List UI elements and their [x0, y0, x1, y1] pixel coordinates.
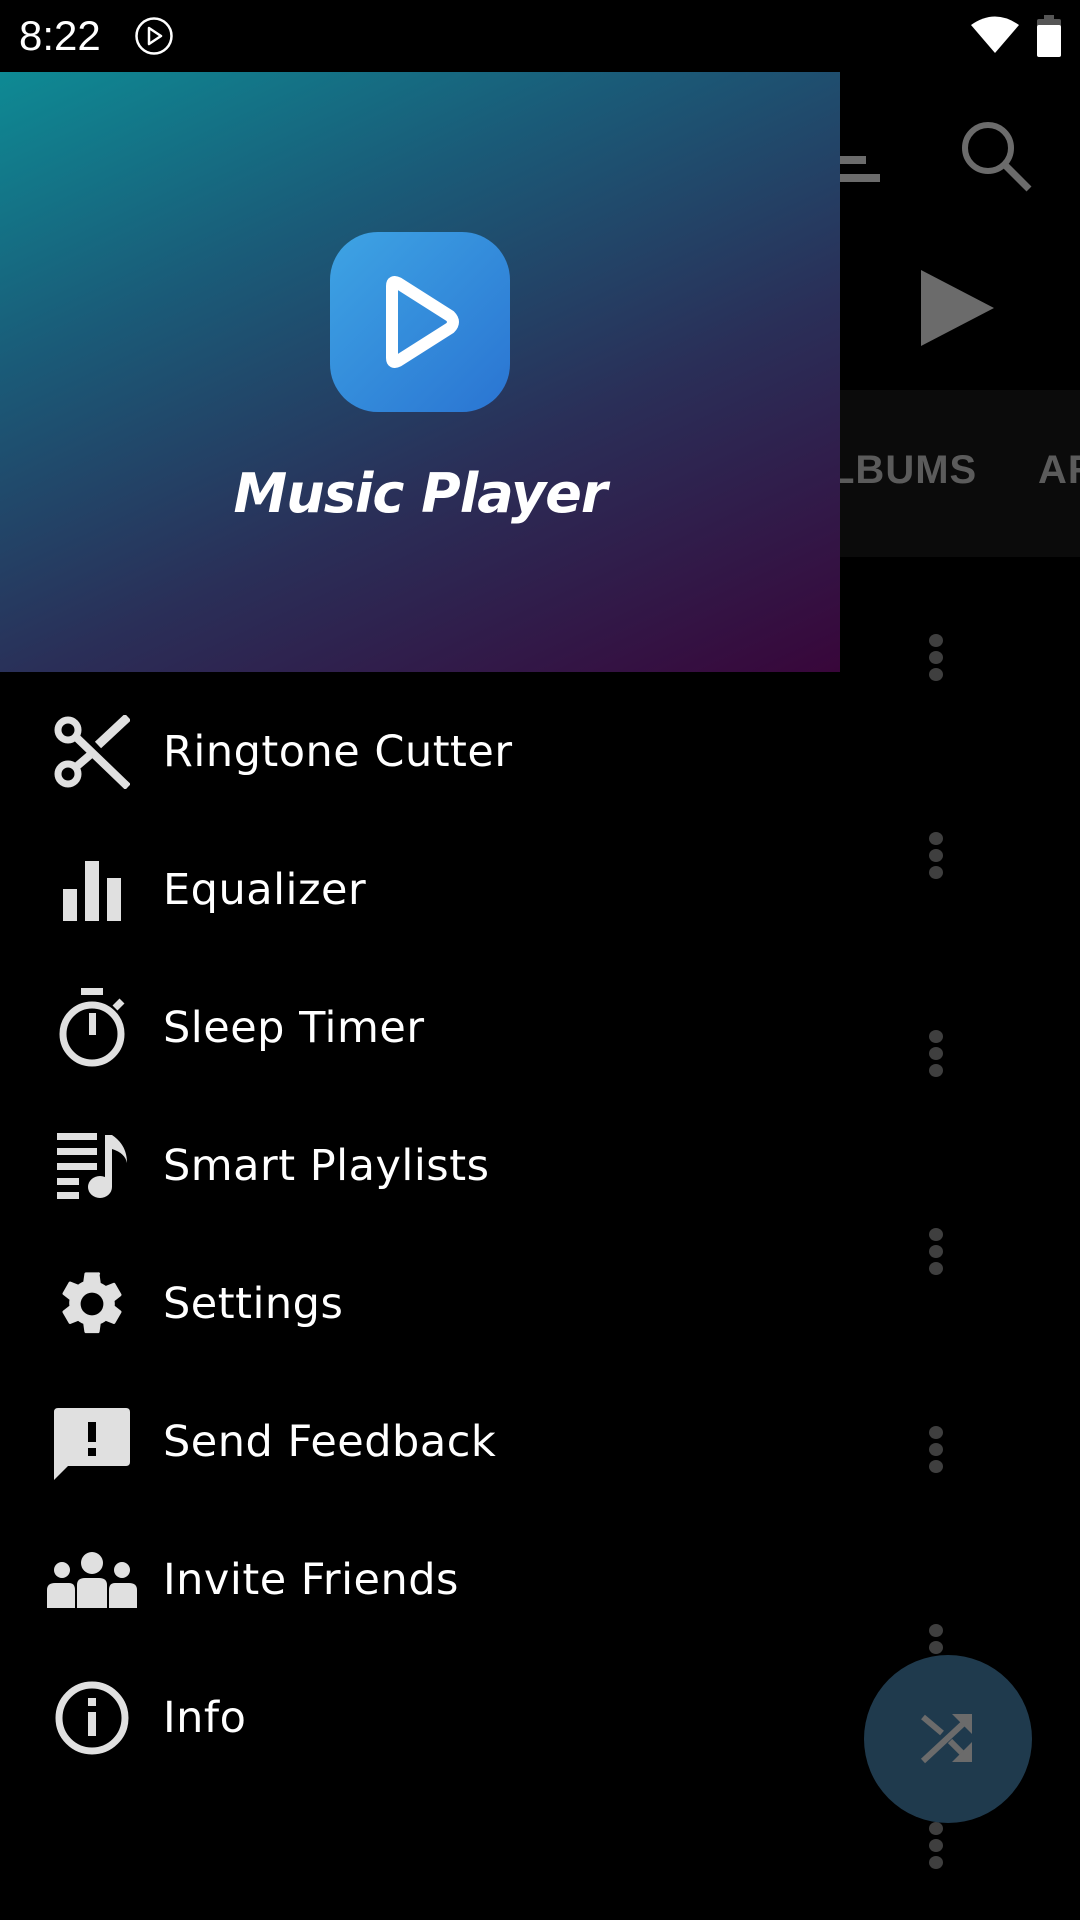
- tab-albums[interactable]: LBUMS: [830, 448, 977, 493]
- menu-label: Sleep Timer: [163, 1003, 425, 1053]
- menu-item-settings[interactable]: Settings: [0, 1235, 840, 1373]
- drawer-header: Music Player: [0, 72, 840, 672]
- media-play-icon: [135, 17, 173, 55]
- play-icon[interactable]: [918, 270, 998, 346]
- battery-icon: [1037, 15, 1061, 57]
- menu-label: Info: [163, 1693, 247, 1743]
- menu-item-equalizer[interactable]: Equalizer: [0, 821, 840, 959]
- more-options-icon[interactable]: [927, 634, 945, 684]
- group-icon: [46, 1540, 138, 1620]
- more-options-icon[interactable]: [927, 1426, 945, 1476]
- info-icon: [46, 1678, 138, 1758]
- more-options-icon[interactable]: [927, 1228, 945, 1278]
- more-options-icon[interactable]: [927, 832, 945, 882]
- shuffle-icon: [920, 1714, 972, 1764]
- menu-label: Ringtone Cutter: [163, 727, 513, 777]
- menu-label: Equalizer: [163, 865, 367, 915]
- drawer-menu: Ringtone Cutter Equalizer Sleep Timer Sm…: [0, 683, 840, 1787]
- menu-item-invite-friends[interactable]: Invite Friends: [0, 1511, 840, 1649]
- feedback-icon: [46, 1402, 138, 1482]
- play-icon: [386, 276, 459, 368]
- menu-label: Smart Playlists: [163, 1141, 490, 1191]
- navigation-drawer: Music Player Ringtone Cutter Equalizer S…: [0, 72, 840, 1920]
- menu-label: Settings: [163, 1279, 344, 1329]
- scissors-icon: [46, 712, 138, 792]
- menu-label: Invite Friends: [163, 1555, 459, 1605]
- tab-artists[interactable]: AR: [1038, 448, 1080, 493]
- menu-item-sleep-timer[interactable]: Sleep Timer: [0, 959, 840, 1097]
- playlist-music-icon: [46, 1126, 138, 1206]
- timer-icon: [46, 988, 138, 1068]
- gear-icon: [46, 1264, 138, 1344]
- equalizer-icon: [46, 850, 138, 930]
- menu-item-send-feedback[interactable]: Send Feedback: [0, 1373, 840, 1511]
- menu-item-ringtone-cutter[interactable]: Ringtone Cutter: [0, 683, 840, 821]
- more-options-icon[interactable]: [927, 1030, 945, 1080]
- search-icon[interactable]: [955, 115, 1035, 195]
- more-options-icon[interactable]: [927, 1822, 945, 1872]
- status-time: 8:22: [19, 12, 101, 59]
- app-title: Music Player: [233, 462, 608, 525]
- menu-label: Send Feedback: [163, 1417, 497, 1467]
- status-bar: 8:22: [0, 0, 1080, 72]
- menu-item-smart-playlists[interactable]: Smart Playlists: [0, 1097, 840, 1235]
- shuffle-button[interactable]: [864, 1655, 1032, 1823]
- menu-item-info[interactable]: Info: [0, 1649, 840, 1787]
- wifi-icon: [971, 16, 1019, 53]
- app-logo: [330, 232, 510, 412]
